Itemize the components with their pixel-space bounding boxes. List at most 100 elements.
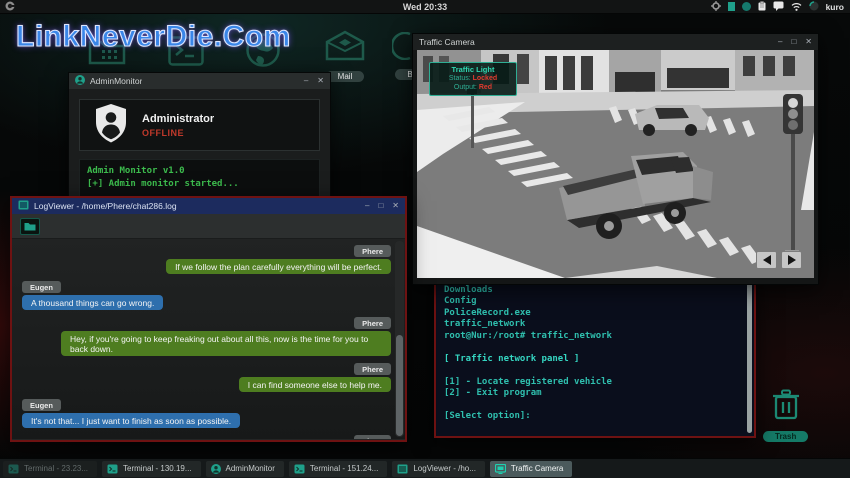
- taskbar-item-terminal-1[interactable]: Terminal - 23.23...: [3, 461, 97, 477]
- terminal-line: [Select option]:: [444, 411, 740, 423]
- system-tray: kuro: [711, 0, 844, 16]
- terminal-line: [2] - Exit program: [444, 388, 740, 400]
- terminal-icon: [107, 464, 118, 474]
- maximize-button[interactable]: □: [378, 198, 383, 214]
- window-title: AdminMonitor: [90, 76, 142, 86]
- window-title: Traffic Camera: [419, 37, 475, 47]
- desktop: Wed 20:33 kuro LinkNeverDie.Com: [0, 0, 850, 478]
- message-bubble: I can find someone else to help me.: [239, 377, 391, 392]
- taskbar-item-label: Terminal - 151.24...: [310, 464, 378, 473]
- left-arrow-icon: [763, 255, 771, 265]
- overlay-title: Traffic Light: [430, 65, 516, 74]
- chat-message: Eugen It's not that... I just want to fi…: [22, 399, 391, 428]
- sender-label: Eugen: [22, 281, 61, 293]
- minimize-button[interactable]: –: [778, 34, 782, 50]
- mail-icon: [324, 30, 366, 67]
- taskbar-item-logviewer[interactable]: LogViewer - /ho...: [392, 461, 485, 477]
- chat-message: Phere I can find someone else to help me…: [22, 363, 391, 392]
- taskbar-item-terminal-3[interactable]: Terminal - 151.24...: [289, 461, 387, 477]
- sender-label: Eugen: [22, 399, 61, 411]
- close-button[interactable]: ✕: [392, 198, 399, 214]
- terminal-line: [444, 400, 740, 412]
- avatar[interactable]: [809, 0, 819, 16]
- admin-app-icon: [211, 464, 221, 474]
- window-titlebar[interactable]: Traffic Camera – □ ✕: [413, 34, 818, 50]
- gear-icon[interactable]: [711, 0, 721, 16]
- terminal-icon: [8, 464, 19, 474]
- maximize-button[interactable]: □: [791, 34, 796, 50]
- terminal-line: Downloads: [444, 285, 740, 297]
- sender-label: Phere: [354, 317, 391, 329]
- window-titlebar[interactable]: AdminMonitor – ✕: [69, 73, 330, 89]
- traffic-light-overlay: Traffic Light Status: Locked Output: Red: [429, 62, 517, 96]
- message-bubble: If we follow the plan carefully everythi…: [166, 259, 391, 274]
- trash-icon: [769, 388, 803, 427]
- taskbar-item-label: AdminMonitor: [226, 464, 275, 473]
- tray-square-icon[interactable]: [728, 2, 735, 11]
- terminal-line: root@Nur:/root# traffic_network: [444, 331, 740, 343]
- sender-label: Phere: [354, 245, 391, 257]
- terminal-line: PoliceRecord.exe: [444, 308, 740, 320]
- taskbar-item-traffic-camera[interactable]: Traffic Camera: [490, 461, 572, 477]
- clock: Wed 20:33: [403, 2, 447, 12]
- chat-bubble-icon[interactable]: [773, 0, 784, 16]
- next-camera-button[interactable]: [781, 251, 802, 269]
- log-line: Admin Monitor v1.0: [87, 165, 312, 178]
- chat-message: Phere If we follow the plan carefully ev…: [22, 245, 391, 274]
- admin-account-panel: Administrator OFFLINE: [79, 99, 320, 151]
- overlay-status-label: Status:: [449, 75, 473, 82]
- chat-scrollbar[interactable]: [395, 241, 404, 437]
- overlay-status-row: Status: Locked: [430, 74, 516, 83]
- sender-label: Phere: [354, 435, 391, 439]
- terminal-line: Config: [444, 296, 740, 308]
- camera-icon: [495, 464, 506, 474]
- close-button[interactable]: ✕: [805, 34, 812, 50]
- watermark: LinkNeverDie.Com: [16, 20, 291, 54]
- prev-camera-button[interactable]: [756, 251, 777, 269]
- scrollbar-thumb[interactable]: [396, 335, 403, 436]
- terminal-line: [1] - Locate registered vehicle: [444, 377, 740, 389]
- overlay-output-value: Red: [479, 84, 492, 91]
- sender-label: Phere: [354, 363, 391, 375]
- taskbar-item-label: Terminal - 23.23...: [24, 464, 88, 473]
- taskbar-item-adminmonitor[interactable]: AdminMonitor: [206, 461, 284, 477]
- minimize-button[interactable]: –: [365, 198, 369, 214]
- message-bubble: A thousand things can go wrong.: [22, 295, 163, 310]
- logviewer-icon: [397, 464, 408, 474]
- minimize-button[interactable]: –: [304, 73, 308, 89]
- tray-circle-icon[interactable]: [742, 2, 751, 11]
- message-bubble: Hey, if you're going to keep freaking ou…: [61, 331, 391, 356]
- chat-message: Phere Hey, if you're going to keep freak…: [22, 317, 391, 356]
- trash[interactable]: Trash: [763, 388, 808, 442]
- terminal-icon: [294, 464, 305, 474]
- terminal-scrollbar[interactable]: [747, 277, 752, 433]
- logviewer-window: LogViewer - /home/Phere/chat286.log – □ …: [10, 196, 407, 442]
- terminal-output[interactable]: Desktop Downloads Config PoliceRecord.ex…: [436, 274, 754, 436]
- close-button[interactable]: ✕: [317, 73, 324, 89]
- taskbar-item-terminal-2[interactable]: Terminal - 130.19...: [102, 461, 200, 477]
- account-name: Administrator: [142, 113, 214, 125]
- os-logo-icon[interactable]: [5, 0, 15, 16]
- trash-label: Trash: [763, 431, 808, 442]
- taskbar-item-label: Terminal - 130.19...: [123, 464, 191, 473]
- logviewer-icon: [18, 197, 29, 215]
- wifi-icon[interactable]: [791, 0, 802, 16]
- window-titlebar[interactable]: LogViewer - /home/Phere/chat286.log – □ …: [12, 198, 405, 214]
- folder-icon: [24, 222, 36, 231]
- right-arrow-icon: [788, 255, 796, 265]
- mail-label: Mail: [326, 71, 365, 82]
- overlay-status-value: Locked: [473, 75, 498, 82]
- username[interactable]: kuro: [826, 2, 844, 12]
- taskbar-item-label: Traffic Camera: [511, 464, 563, 473]
- terminal-line: [ Traffic network panel ]: [444, 354, 740, 366]
- camera-feed: Traffic Light Status: Locked Output: Red: [417, 50, 814, 278]
- admin-app-icon: [75, 72, 85, 90]
- taskbar-item-label: LogViewer - /ho...: [413, 464, 476, 473]
- overlay-output-label: Output:: [454, 84, 479, 91]
- terminal-line: traffic_network: [444, 319, 740, 331]
- open-file-button[interactable]: [20, 218, 40, 235]
- logviewer-toolbar: [12, 214, 405, 239]
- clipboard-icon[interactable]: [758, 0, 766, 16]
- terminal-line: [444, 342, 740, 354]
- chat-message: Phere: [22, 435, 391, 439]
